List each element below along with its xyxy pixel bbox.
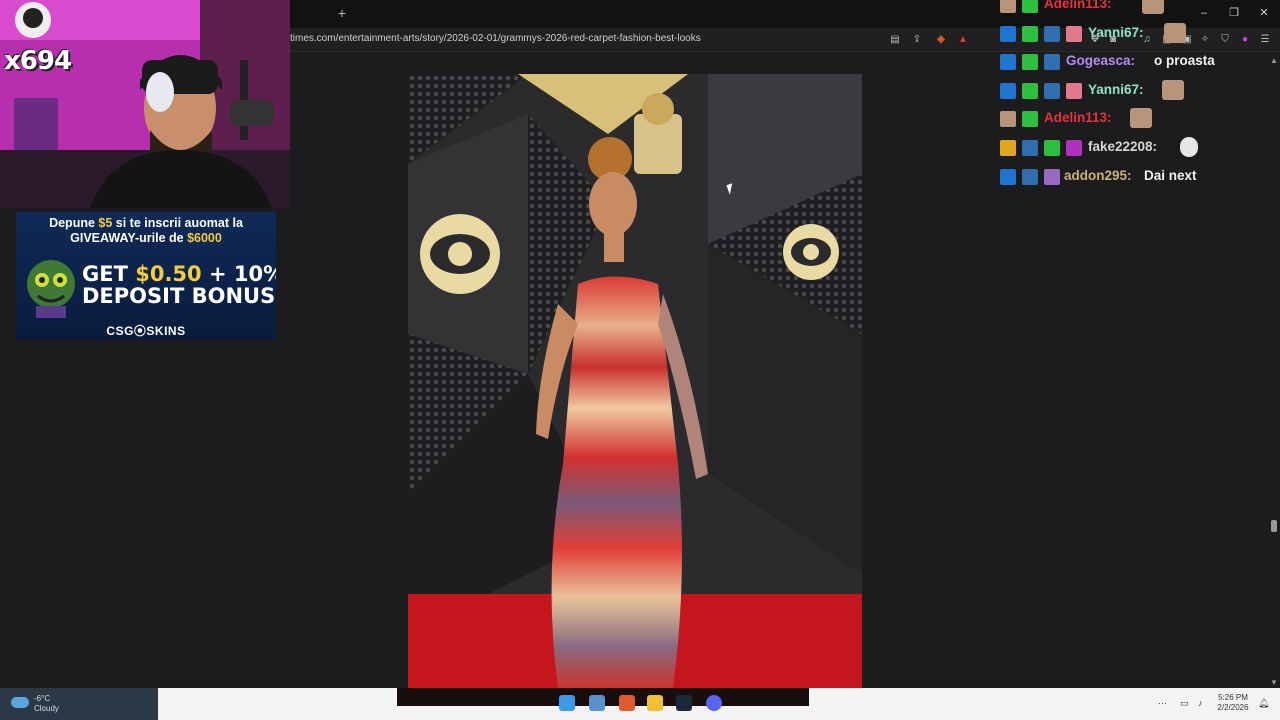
kick-badge-icon (1066, 140, 1082, 156)
moderator-badge-icon (1000, 83, 1016, 99)
weather-temperature: -6°C (34, 694, 51, 703)
ad-brand-logo: CSG⦿SKINS (106, 324, 186, 338)
creature-badge-icon (1044, 83, 1060, 99)
system-clock[interactable]: 5:26 PM 2/2/2026 (1214, 693, 1252, 713)
avatar-badge-icon (1000, 0, 1016, 13)
chat-username: fake22208: (1088, 139, 1158, 154)
notification-icon[interactable]: 🔔︎ (1258, 698, 1269, 709)
file-explorer-icon[interactable] (647, 695, 663, 711)
volume-icon[interactable]: ♪ (1198, 698, 1203, 708)
task-view-icon[interactable] (589, 695, 605, 711)
subscriber-badge-icon (1022, 26, 1038, 42)
chat-message: Adelin113: (996, 0, 1266, 16)
chat-message-text: Dai next (1144, 168, 1197, 183)
screen: + – ❐ ✕ times.com/entertainment-arts/sto… (0, 0, 1280, 720)
chat-emote-icon (1130, 108, 1152, 128)
share-icon[interactable]: ⇪ (910, 33, 924, 47)
weather-text: -6°C Cloudy (34, 694, 59, 714)
chat-emote-icon (1164, 23, 1186, 43)
moderator-badge-icon (1000, 54, 1016, 70)
gift-badge-icon (1066, 26, 1082, 42)
subscriber-badge-icon (1022, 83, 1038, 99)
ad-text: GET (82, 262, 136, 286)
ad-bonus-line2: DEPOSIT BONUS (82, 284, 276, 308)
creature-badge-icon (1044, 54, 1060, 70)
ad-amount: $5 (98, 216, 113, 230)
brave-browser-icon[interactable] (619, 695, 635, 711)
chat-message: fake22208: (996, 137, 1266, 159)
chat-username: Gogeasca: (1066, 53, 1136, 68)
moderator-badge-icon (1000, 26, 1016, 42)
ad-text: + 10% (201, 262, 276, 286)
gift-badge-icon (1022, 111, 1038, 127)
chat-message-text: o proasta (1154, 53, 1215, 68)
display-icon[interactable]: ▭ (1180, 698, 1189, 709)
viewer-multiplier-label: x694 (4, 46, 72, 76)
chat-message: Yanni67: (996, 80, 1266, 102)
steam-icon[interactable] (676, 695, 692, 711)
weather-description: Cloudy (34, 704, 59, 713)
network-icon[interactable]: ⋯ (1158, 698, 1167, 709)
creature-badge-icon (1022, 169, 1038, 185)
chat-emote-icon (1180, 137, 1198, 157)
gift-badge-icon (1022, 0, 1038, 13)
article-photo (408, 74, 862, 688)
chat-username: Yanni67: (1088, 25, 1144, 40)
url-text[interactable]: times.com/entertainment-arts/story/2026-… (290, 33, 701, 44)
clock-time: 5:26 PM (1218, 693, 1248, 702)
webcam-image (0, 0, 290, 208)
page-scrollbar-thumb[interactable] (1271, 520, 1277, 532)
crown-badge-icon (1000, 140, 1016, 156)
scroll-down-arrow[interactable]: ▼ (1268, 678, 1280, 688)
chat-username: Adelin113: (1044, 110, 1112, 125)
ad-mascot-icon (27, 260, 75, 318)
ad-amount: $6000 (187, 231, 222, 245)
giveaway-ad-banner[interactable]: Depune $5 si te inscrii auomat la GIVEAW… (16, 212, 276, 340)
brave-rewards-icon[interactable]: ▲ (956, 33, 970, 47)
chat-message: Adelin113: (996, 108, 1266, 130)
brave-shields-icon[interactable]: ◈ (934, 33, 948, 47)
moderator-badge-icon (1000, 169, 1016, 185)
scroll-up-arrow[interactable]: ▲ (1268, 56, 1280, 66)
chat-emote-icon (1142, 0, 1164, 14)
discord-icon[interactable] (706, 695, 722, 711)
subscriber-badge-icon (1022, 54, 1038, 70)
gift-badge-icon (1044, 140, 1060, 156)
gift-badge-icon (1044, 169, 1060, 185)
creature-badge-icon (1044, 26, 1060, 42)
creature-badge-icon (1022, 140, 1038, 156)
ad-amount: $0.50 (135, 262, 202, 286)
ad-bonus-line1: GET $0.50 + 10% (82, 262, 276, 286)
clock-date: 2/2/2026 (1217, 703, 1249, 712)
new-tab-button[interactable]: + (334, 5, 350, 21)
ad-text: Depune (49, 216, 99, 230)
chat-message: addon295: Dai next (996, 166, 1266, 188)
chat-username: Adelin113: (1044, 0, 1112, 11)
ad-headline-line1: Depune $5 si te inscrii auomat la (16, 216, 276, 230)
chat-message: Yanni67: (996, 23, 1266, 45)
windows-start-icon[interactable] (559, 695, 575, 711)
chat-emote-icon (1162, 80, 1184, 100)
red-carpet-photo-image (408, 74, 862, 688)
stream-chat-overlay: Adelin113: Yanni67: Gogeasca: o proasta … (996, 0, 1266, 200)
streamer-webcam: x694 (0, 0, 290, 208)
chat-username: Yanni67: (1088, 82, 1144, 97)
ad-headline-line2: GIVEAWAY-urile de $6000 (16, 231, 276, 245)
chat-message: Gogeasca: o proasta (996, 51, 1266, 73)
gift-badge-icon (1066, 83, 1082, 99)
chat-username: addon295: (1064, 168, 1132, 183)
cloud-icon (11, 697, 29, 708)
avatar-badge-icon (1000, 111, 1016, 127)
ad-text: GIVEAWAY-urile de (70, 231, 188, 245)
ad-text: si te inscrii auomat la (112, 216, 243, 230)
reader-mode-icon[interactable]: ▤ (888, 33, 902, 47)
